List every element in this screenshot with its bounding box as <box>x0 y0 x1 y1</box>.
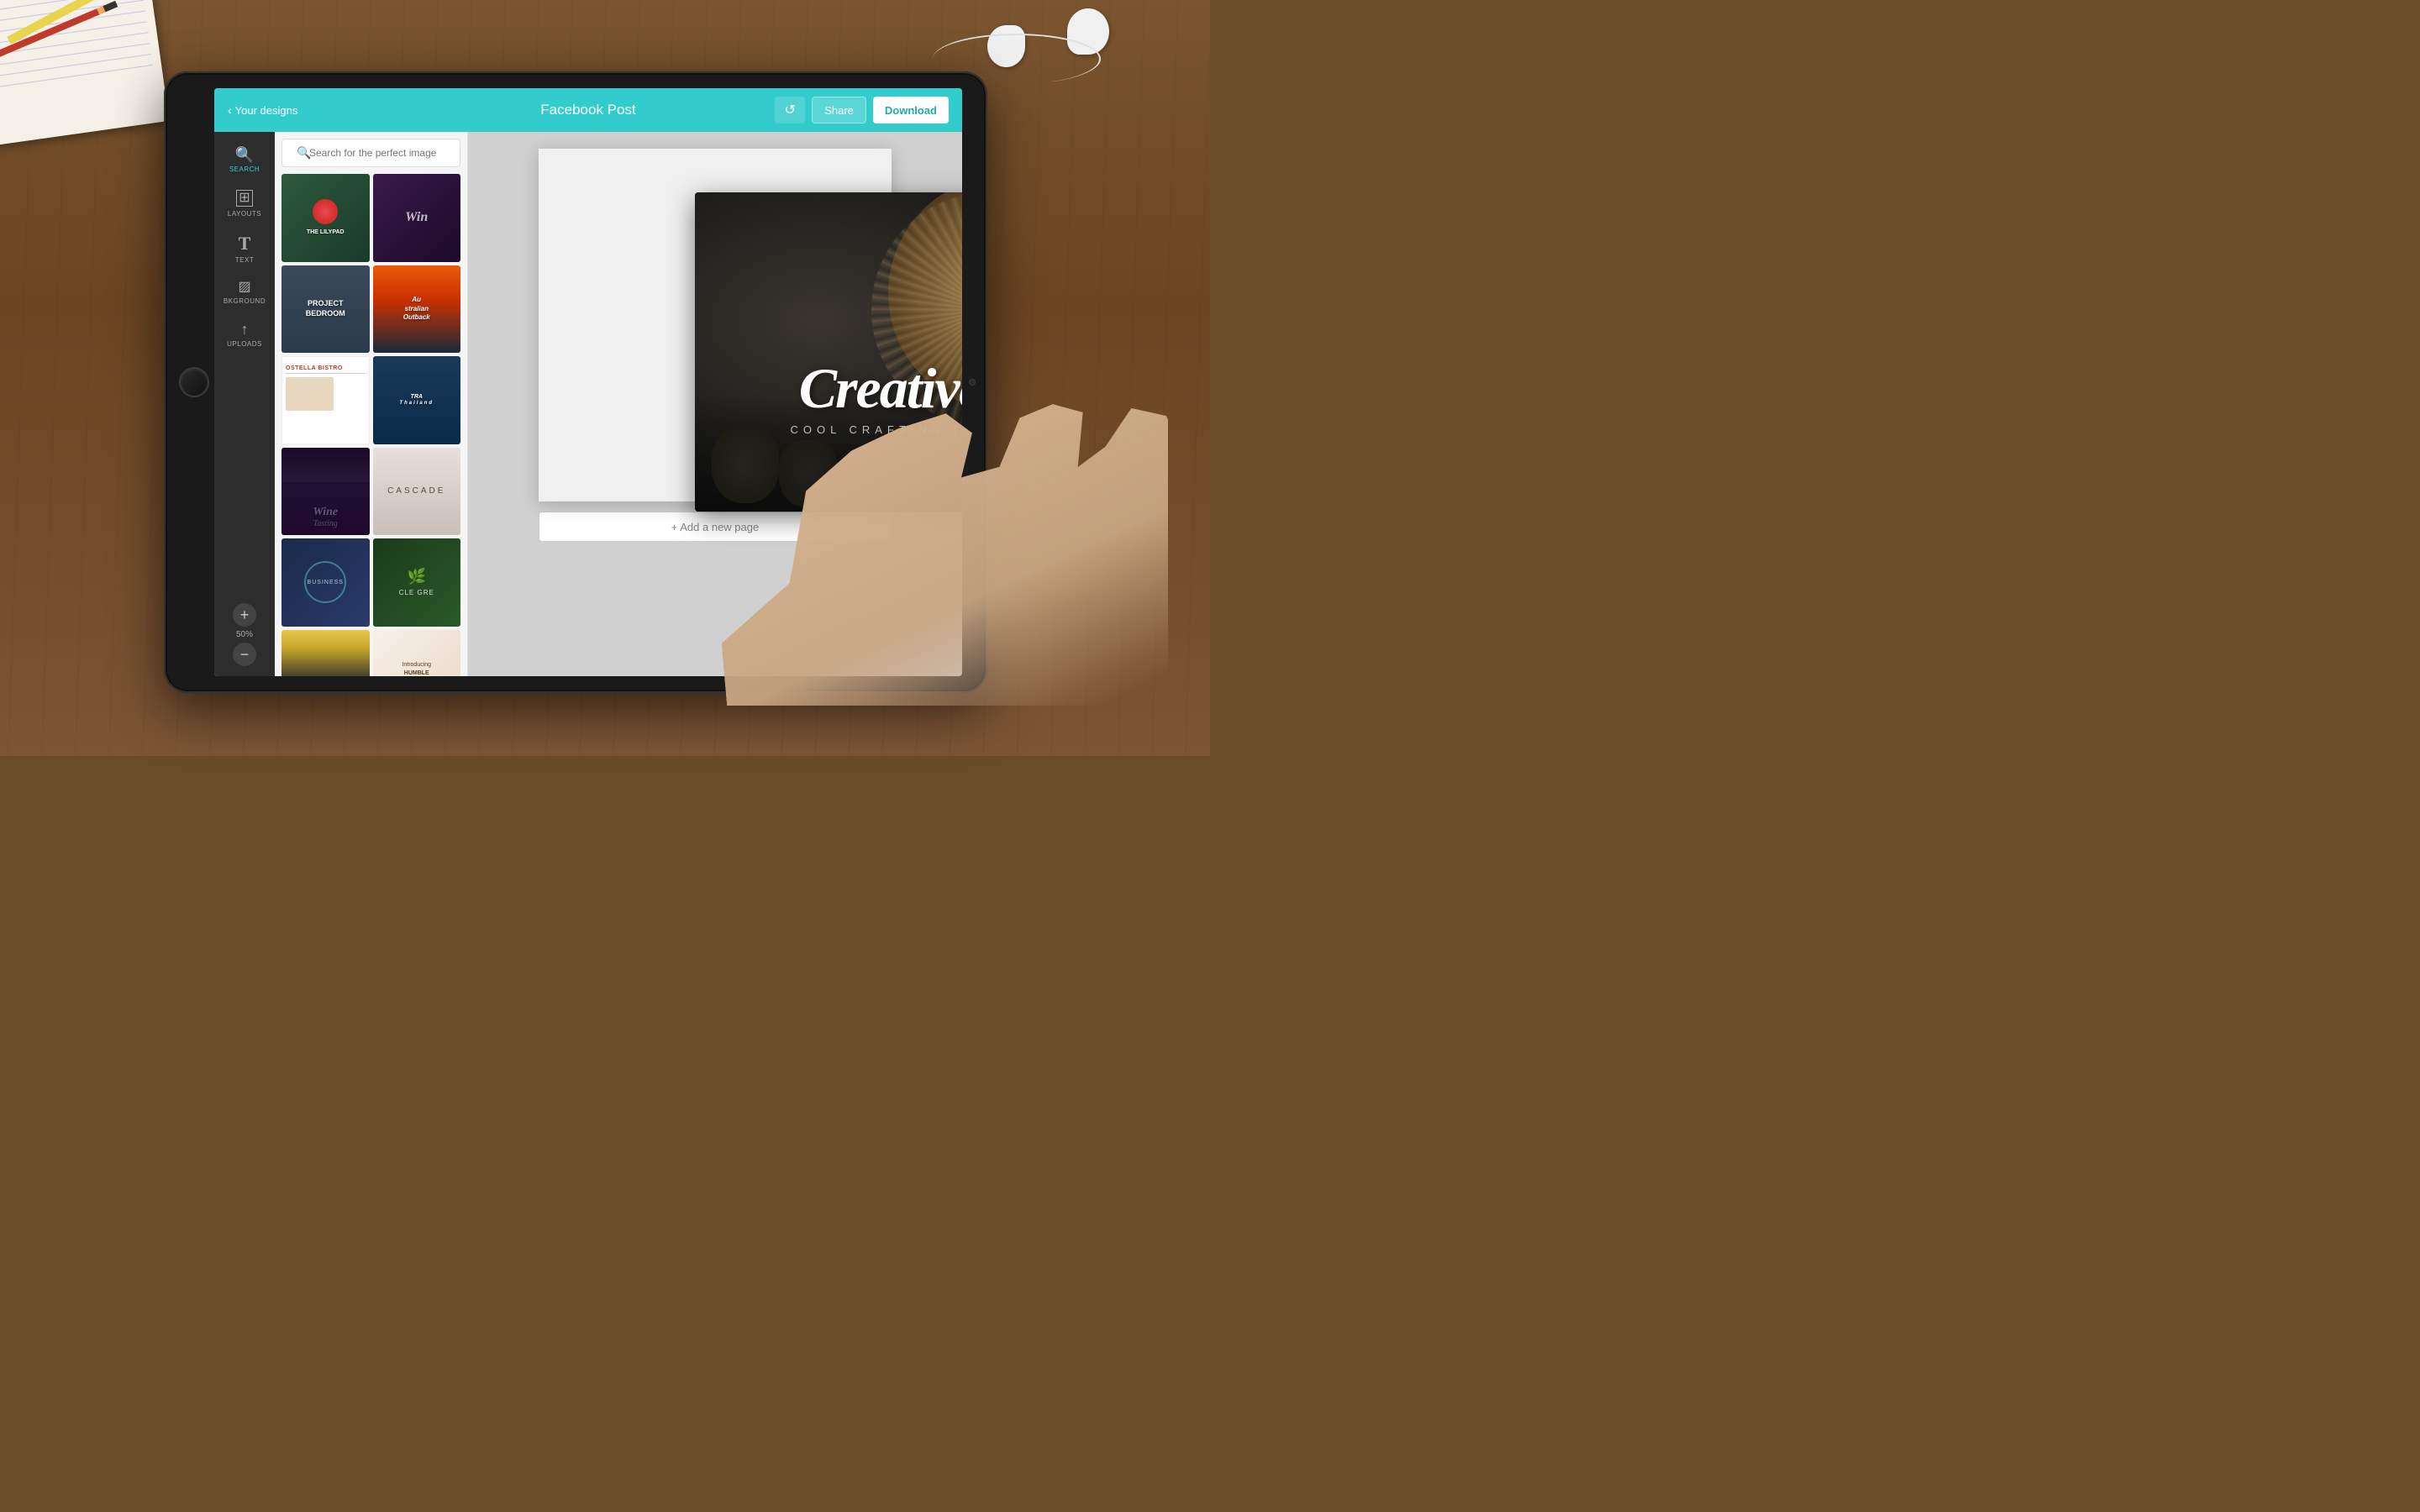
sidebar-label-bkground: BKGROUND <box>224 297 266 305</box>
zoom-in-button[interactable]: + <box>233 603 256 627</box>
search-input[interactable] <box>281 139 460 167</box>
template-wine-tasting-inner: Wine Tasting <box>281 448 370 536</box>
sidebar-item-layouts[interactable]: ⊞ LAYOUTS <box>214 181 275 226</box>
templates-panel: 🔍 THE LILYPAD Win <box>275 132 468 676</box>
template-green-inner: 🌿 CLE GRE <box>373 538 461 627</box>
template-green[interactable]: 🌿 CLE GRE <box>373 538 461 627</box>
back-label: Your designs <box>235 104 298 117</box>
sidebar-label-text: TEXT <box>235 256 254 264</box>
template-lilypad[interactable]: THE LILYPAD <box>281 174 370 262</box>
templates-grid: THE LILYPAD Win PROJECTBEDROOM <box>275 174 467 676</box>
canvas-area[interactable]: + Add a new page ▲ 1 ▼ ⧉ ⊟ <box>468 132 962 676</box>
zoom-out-button[interactable]: − <box>233 643 256 666</box>
template-ostella[interactable]: OSTELLA BISTRO <box>281 356 370 444</box>
camera-dot <box>969 379 976 386</box>
undo-button[interactable]: ↺ <box>775 97 805 123</box>
template-project-label: PROJECTBEDROOM <box>304 297 347 320</box>
creatives-overlay[interactable]: Creatives COOL CRAFTING IDEAS <box>695 192 962 512</box>
sidebar-item-search[interactable]: 🔍 SEARCH <box>214 139 275 181</box>
sidebar-label-uploads: UPLOADS <box>227 340 262 348</box>
template-wine[interactable]: Win <box>373 174 461 262</box>
template-honey[interactable]: IntroducingHUMBLEHONEY <box>373 630 461 677</box>
template-project-inner: PROJECTBEDROOM <box>281 265 370 354</box>
ipad-frame: ‹ Your designs Facebook Post ↺ Share Dow… <box>164 71 987 693</box>
main-content: 🔍 SEARCH ⊞ LAYOUTS T TEXT ▨ BKGROUND ↑ <box>214 132 962 676</box>
background-icon: ▨ <box>238 281 250 294</box>
template-wine-inner: Win <box>373 174 461 262</box>
uploads-icon: ↑ <box>241 322 249 337</box>
layouts-icon: ⊞ <box>236 190 252 207</box>
template-cascade-inner: CASCADE <box>373 448 461 536</box>
top-bar-actions: ↺ Share Download <box>775 97 949 123</box>
pine-cone-1 <box>712 428 779 503</box>
ipad-screen: ‹ Your designs Facebook Post ↺ Share Dow… <box>214 88 962 676</box>
template-city[interactable]: CITY <box>281 630 370 677</box>
sidebar-label-layouts: LAYOUTS <box>228 210 261 218</box>
template-business[interactable]: BUSINESS <box>281 538 370 627</box>
sidebar-item-uploads[interactable]: ↑ UPLOADS <box>214 313 275 356</box>
search-icon: 🔍 <box>235 147 254 162</box>
template-business-inner: BUSINESS <box>281 538 370 627</box>
sidebar-item-background[interactable]: ▨ BKGROUND <box>214 272 275 313</box>
sidebar-label-search: SEARCH <box>229 165 260 173</box>
template-thailand[interactable]: TRAThailand <box>373 356 461 444</box>
back-chevron-icon: ‹ <box>228 103 232 117</box>
add-new-page-button[interactable]: + Add a new page <box>539 512 892 542</box>
template-wine-tasting[interactable]: Wine Tasting <box>281 448 370 536</box>
creatives-sub-text: COOL CRAFTING IDEAS <box>720 423 962 436</box>
download-button[interactable]: Download <box>873 97 949 123</box>
sidebar-bottom-controls: + 50% − <box>214 603 275 676</box>
left-sidebar: 🔍 SEARCH ⊞ LAYOUTS T TEXT ▨ BKGROUND ↑ <box>214 132 275 676</box>
template-lilypad-inner: THE LILYPAD <box>281 174 370 262</box>
search-box-wrap: 🔍 <box>281 139 460 167</box>
text-icon: T <box>239 234 251 253</box>
template-ostella-inner: OSTELLA BISTRO <box>282 362 369 444</box>
template-australia[interactable]: AustralianOutback <box>373 265 461 354</box>
template-cascade[interactable]: CASCADE <box>373 448 461 536</box>
template-thailand-inner: TRAThailand <box>373 356 461 444</box>
top-bar: ‹ Your designs Facebook Post ↺ Share Dow… <box>214 88 962 132</box>
template-australia-inner: AustralianOutback <box>373 265 461 354</box>
creatives-text-area: Creatives COOL CRAFTING IDEAS <box>720 360 962 436</box>
template-thailand-label: TRAThailand <box>397 392 435 407</box>
creatives-main-text: Creatives <box>720 360 962 417</box>
template-project-bedroom[interactable]: PROJECTBEDROOM <box>281 265 370 354</box>
back-to-designs[interactable]: ‹ Your designs <box>228 103 297 117</box>
document-title: Facebook Post <box>540 102 635 118</box>
template-lilypad-label: THE LILYPAD <box>305 228 346 237</box>
template-honey-inner: IntroducingHUMBLEHONEY <box>373 630 461 677</box>
pine-cone-2 <box>779 440 838 507</box>
sidebar-item-text[interactable]: T TEXT <box>214 226 275 272</box>
home-button[interactable] <box>179 367 209 397</box>
search-box-area: 🔍 <box>275 132 467 174</box>
share-button[interactable]: Share <box>812 97 866 123</box>
template-australia-label: AustralianOutback <box>402 294 432 323</box>
template-city-inner: CITY <box>281 630 370 677</box>
zoom-level: 50% <box>236 630 253 639</box>
